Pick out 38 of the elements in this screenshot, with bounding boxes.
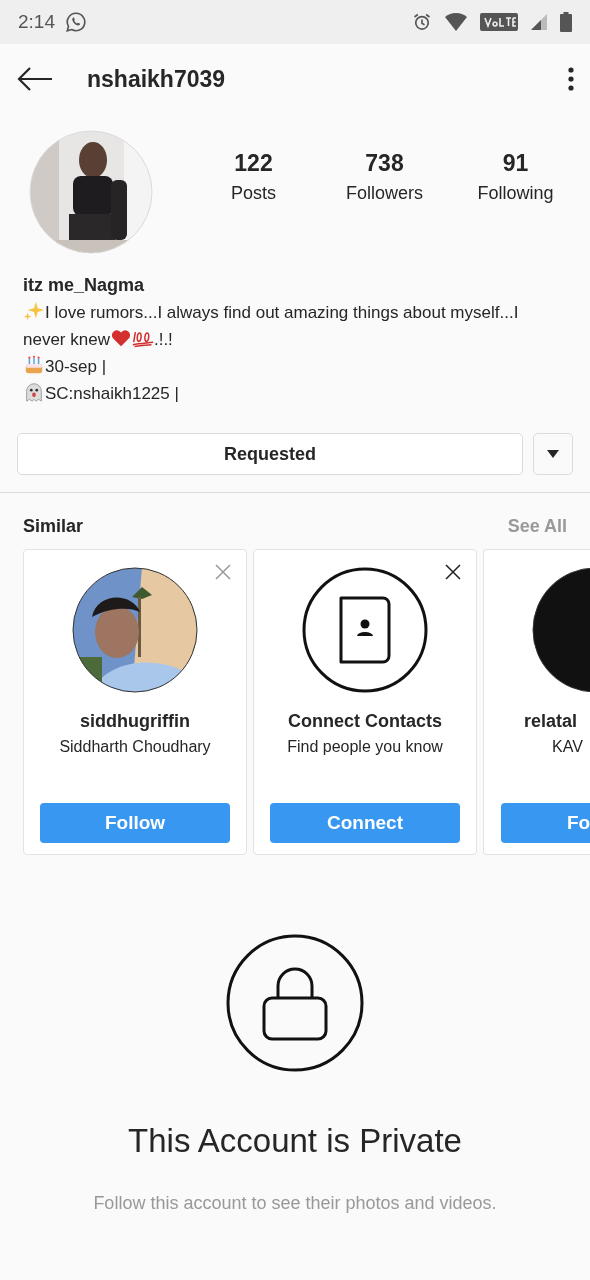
requested-button[interactable]: Requested [17,433,523,475]
dropdown-button[interactable] [533,433,573,475]
display-name: itz me_Nagma [23,274,146,297]
battery-icon [560,12,572,32]
bio-text: SC:nshaikh1225 | [45,384,179,403]
caret-icon [547,450,559,458]
suggestion-title: siddhugriffin [80,711,190,732]
bio-text: never knew [23,330,110,349]
heart-icon [109,327,132,349]
profile-username: nshaikh7039 [87,65,226,93]
cake-icon [23,354,45,376]
profile-stat[interactable]: 738 Followers [319,150,450,204]
contacts-icon [302,567,428,693]
wifi-icon [444,12,468,32]
bio-text: 30-sep | [45,357,107,376]
bio-text: .!.! [153,330,173,349]
ghost-icon [23,381,45,403]
status-time: 2:14 [18,11,55,33]
volte-icon [480,13,518,31]
private-message: Follow this account to see their photos and videos. [93,1193,497,1214]
close-button[interactable] [445,564,461,580]
sparkles-icon [23,300,45,322]
bio-text: I love rumors...I always find out amazing things about myself...I [45,303,519,322]
suggestion-subtitle: Siddharth Choudhary [59,738,211,756]
suggestion-title: Connect Contacts [288,711,442,732]
profile-stat[interactable]: 91 Following [450,150,581,204]
signal-icon [530,13,548,31]
section-title: Similar [23,515,84,537]
private-title: This Account is Private [128,1122,462,1160]
suggestion-title: relatal [524,711,578,732]
back-button[interactable] [17,67,53,91]
profile-stat[interactable]: 122 Posts [188,150,319,204]
suggestion-subtitle: Find people you know [287,738,443,756]
chat-bubble-icon [65,11,87,33]
alarm-icon [412,12,432,32]
lock-icon [226,934,364,1072]
suggestion-subtitle: KAV [552,738,583,756]
more-options-button[interactable] [568,67,574,91]
